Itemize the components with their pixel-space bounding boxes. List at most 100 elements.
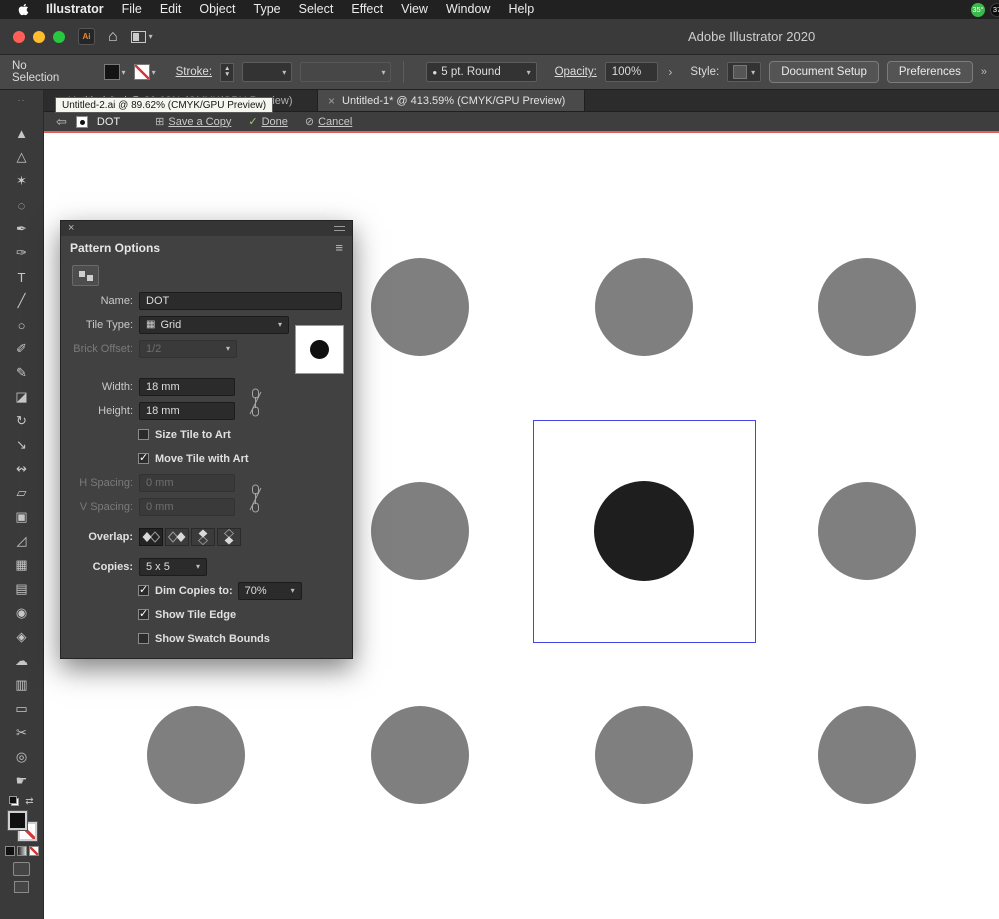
pattern-tile-tool-button[interactable] (72, 265, 99, 286)
width-input[interactable]: 18 mm (139, 378, 235, 396)
show-swatch-bounds-checkbox[interactable] (138, 633, 149, 644)
pen-tool[interactable]: ✒ (7, 217, 37, 241)
stroke-label[interactable]: Stroke: (176, 66, 212, 78)
column-graph-tool[interactable]: ▥ (7, 673, 37, 697)
panel-collapse-icon[interactable] (334, 226, 345, 231)
panel-menu-icon[interactable]: ≡ (335, 240, 343, 255)
lasso-tool[interactable]: ◌ (7, 193, 37, 217)
apple-menu[interactable] (10, 3, 37, 16)
free-transform-tool[interactable]: ▱ (7, 481, 37, 505)
pattern-copy-dot (147, 706, 245, 804)
swap-fill-stroke-icon[interactable]: ⇄ (25, 796, 33, 807)
line-segment-tool[interactable]: ╱ (7, 289, 37, 313)
height-input[interactable]: 18 mm (139, 402, 235, 420)
mesh-tool[interactable]: ▦ (7, 553, 37, 577)
brush-definition-dropdown[interactable]: ● 5 pt. Round ▾ (426, 62, 536, 82)
eraser-tool[interactable]: ◪ (7, 385, 37, 409)
style-dropdown[interactable]: ▾ (727, 62, 761, 82)
paintbrush-tool[interactable]: ✐ (7, 337, 37, 361)
overlap-bottom-in-front-button[interactable] (217, 528, 241, 546)
show-tile-edge-checkbox[interactable] (138, 609, 149, 620)
menu-object[interactable]: Object (190, 0, 244, 19)
menu-illustrator[interactable]: Illustrator (37, 0, 113, 19)
panel-close-icon[interactable]: × (68, 223, 74, 234)
control-bar-overflow-icon[interactable]: » (981, 66, 987, 78)
type-tool[interactable]: T (7, 265, 37, 289)
menu-window[interactable]: Window (437, 0, 499, 19)
cancel-link[interactable]: ⊘ Cancel (305, 115, 352, 128)
overlap-top-in-front-button[interactable] (191, 528, 215, 546)
overlap-right-in-front-button[interactable] (165, 528, 189, 546)
eyedropper-tool[interactable]: ◉ (7, 601, 37, 625)
pattern-name-input[interactable]: DOT (139, 292, 342, 310)
opacity-label[interactable]: Opacity: (555, 66, 597, 78)
ellipse-tool[interactable]: ○ (7, 313, 37, 337)
tab-untitled-1[interactable]: × Untitled-1* @ 413.59% (CMYK/GPU Previe… (318, 90, 585, 111)
scale-tool[interactable]: ↘ (7, 433, 37, 457)
width-tool[interactable]: ↭ (7, 457, 37, 481)
shape-builder-tool[interactable]: ▣ (7, 505, 37, 529)
stroke-color-control[interactable]: ▾ (134, 64, 156, 80)
symbol-sprayer-tool[interactable]: ☁ (7, 649, 37, 673)
dim-copies-checkbox[interactable] (138, 585, 149, 596)
grid-icon: ▦ (146, 319, 155, 330)
none-mode-button[interactable] (29, 846, 39, 856)
menu-edit[interactable]: Edit (151, 0, 191, 19)
arrange-documents-control[interactable]: ▾ (131, 31, 153, 43)
preferences-button[interactable]: Preferences (887, 61, 973, 83)
v-spacing-input: 0 mm (139, 498, 235, 516)
menu-file[interactable]: File (113, 0, 151, 19)
tab-close-icon[interactable]: × (328, 94, 335, 108)
menu-select[interactable]: Select (290, 0, 343, 19)
toolbar-grip[interactable]: ·· (18, 95, 26, 107)
menu-view[interactable]: View (392, 0, 437, 19)
slice-tool[interactable]: ✂ (7, 721, 37, 745)
default-fill-stroke-icon[interactable] (9, 796, 19, 806)
menu-type[interactable]: Type (245, 0, 290, 19)
stroke-weight-stepper[interactable]: ▲▼ (220, 63, 234, 82)
close-window-button[interactable] (13, 31, 25, 43)
opacity-field[interactable]: 100% (605, 62, 659, 82)
status-badge-temperature[interactable]: 35° (971, 3, 985, 17)
status-badge-right[interactable]: 37 (990, 3, 999, 17)
perspective-grid-tool[interactable]: ◿ (7, 529, 37, 553)
hand-tool[interactable]: ☛ (7, 769, 37, 793)
traffic-lights (13, 31, 65, 43)
color-mode-button[interactable] (5, 846, 15, 856)
dim-copies-dropdown[interactable]: 70% ▾ (238, 582, 302, 600)
exit-pattern-mode-arrow[interactable]: ⇦ (56, 114, 67, 130)
direct-selection-tool[interactable]: △ (7, 145, 37, 169)
copies-dropdown[interactable]: 5 x 5 ▾ (139, 558, 207, 576)
gradient-tool[interactable]: ▤ (7, 577, 37, 601)
done-link[interactable]: ✓ Done (248, 115, 288, 128)
tile-type-dropdown[interactable]: ▦ Grid ▾ (139, 316, 289, 334)
curvature-tool[interactable]: ✑ (7, 241, 37, 265)
size-tile-checkbox[interactable] (138, 429, 149, 440)
fill-color-control[interactable]: ▾ (104, 64, 126, 80)
shaper-tool[interactable]: ✎ (7, 361, 37, 385)
home-icon[interactable]: ⌂ (108, 29, 118, 45)
magic-wand-tool[interactable]: ✶ (7, 169, 37, 193)
opacity-panel-arrow[interactable]: › (666, 65, 674, 79)
zoom-window-button[interactable] (53, 31, 65, 43)
stepper-down-icon[interactable]: ▼ (224, 72, 230, 79)
blend-tool[interactable]: ◈ (7, 625, 37, 649)
gradient-mode-button[interactable] (17, 846, 27, 856)
menu-help[interactable]: Help (499, 0, 543, 19)
save-copy-link[interactable]: ⊞ Save a Copy (155, 115, 231, 128)
artboard-tool[interactable]: ▭ (7, 697, 37, 721)
rotate-tool[interactable]: ↻ (7, 409, 37, 433)
overlap-left-in-front-button[interactable] (139, 528, 163, 546)
zoom-tool[interactable]: ◎ (7, 745, 37, 769)
menu-effect[interactable]: Effect (342, 0, 392, 19)
screen-mode-button[interactable] (14, 881, 29, 893)
draw-mode-button[interactable] (13, 862, 30, 876)
link-dimensions-icon[interactable] (249, 383, 262, 426)
move-tile-checkbox[interactable] (138, 453, 149, 464)
document-setup-button[interactable]: Document Setup (769, 61, 879, 83)
stroke-weight-dropdown[interactable]: ▾ (242, 62, 292, 82)
fill-color-swatch[interactable] (8, 811, 27, 830)
link-spacing-icon[interactable] (249, 479, 262, 522)
selection-tool[interactable]: ▲ (7, 121, 37, 145)
minimize-window-button[interactable] (33, 31, 45, 43)
